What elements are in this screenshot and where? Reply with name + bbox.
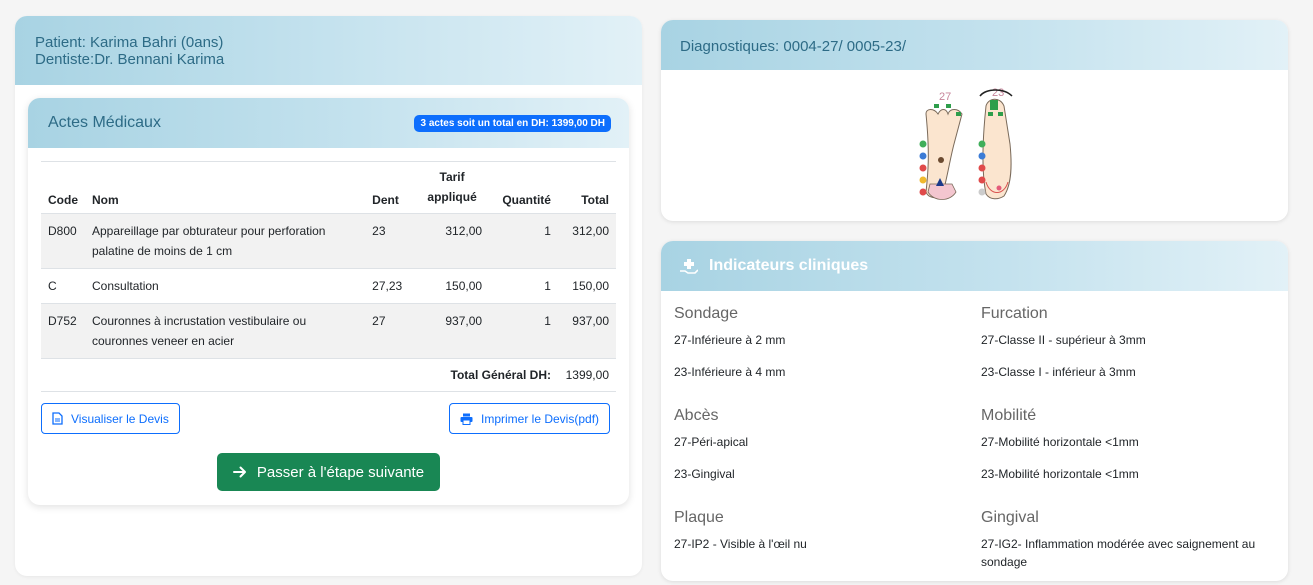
- patient-header: Patient: Karima Bahri (0ans) Dentiste:Dr…: [15, 16, 642, 85]
- section-item: 23-Inférieure à 4 mm: [674, 365, 786, 379]
- cell-dent: 27: [365, 303, 416, 359]
- tooth-23-label: 23: [992, 87, 1004, 99]
- indicateurs-header: Indicateurs cliniques: [661, 241, 1288, 291]
- cell-quantite: 1: [489, 268, 558, 304]
- section-furcation: Furcation 27-Classe II - supérieur à 3mm…: [981, 305, 1281, 395]
- cell-tarif: 150,00: [415, 268, 490, 304]
- section-plaque: Plaque 27-IP2 - Visible à l'œil nu: [674, 509, 974, 567]
- section-title: Plaque: [674, 509, 724, 526]
- cell-nom: Appareillage par obturateur pour perfora…: [85, 213, 366, 269]
- file-icon: [52, 412, 63, 425]
- cell-code: D752: [41, 303, 85, 359]
- table-row: D800 Appareillage par obturateur pour pe…: [41, 213, 616, 269]
- section-title: Furcation: [981, 305, 1048, 322]
- patient-name: Patient: Karima Bahri (0ans): [35, 34, 224, 51]
- visualiser-devis-button[interactable]: Visualiser le Devis: [41, 403, 180, 434]
- section-abces: Abcès 27-Péri-apical 23-Gingival: [674, 407, 974, 497]
- cell-total: 150,00: [557, 268, 616, 304]
- actes-table: Code Nom Dent Tarif appliqué Quantité To…: [41, 161, 616, 392]
- table-row: D752 Couronnes à incrustation vestibulai…: [41, 303, 616, 359]
- arrow-right-icon: [232, 466, 246, 478]
- actes-title: Actes Médicaux: [48, 114, 161, 131]
- actes-card: Actes Médicaux 3 actes soit un total en …: [28, 98, 629, 505]
- section-item: 27-IG2- Inflammation modérée avec saigne…: [981, 537, 1256, 569]
- section-title: Mobilité: [981, 407, 1037, 424]
- indicateurs-title: Indicateurs cliniques: [709, 257, 869, 274]
- section-item: 27-Classe II - supérieur à 3mm: [981, 333, 1146, 347]
- printer-icon: [460, 413, 473, 425]
- section-item: 23-Gingival: [674, 467, 735, 481]
- table-row: C Consultation 27,23 150,00 1 150,00: [41, 268, 616, 304]
- indicateurs-card: Indicateurs cliniques Sondage 27-Inférie…: [661, 241, 1288, 581]
- cell-code: C: [41, 268, 85, 304]
- section-item: 27-Inférieure à 2 mm: [674, 333, 786, 347]
- col-dent: Dent: [365, 161, 416, 214]
- section-item: 23-Mobilité horizontale <1mm: [981, 467, 1139, 481]
- col-total: Total: [557, 161, 616, 214]
- next-step-button[interactable]: Passer à l'étape suivante: [217, 453, 440, 491]
- next-step-label: Passer à l'étape suivante: [256, 463, 425, 481]
- section-item: 27-Péri-apical: [674, 435, 749, 449]
- actes-total-badge: 3 actes soit un total en DH: 1399,00 DH: [414, 114, 611, 132]
- diagnostiques-card: Diagnostiques: 0004-27/ 0005-23/ 27 23: [661, 20, 1288, 221]
- cell-total: 937,00: [557, 303, 616, 359]
- col-nom: Nom: [85, 161, 366, 214]
- section-title: Abcès: [674, 407, 719, 424]
- cell-nom: Couronnes à incrustation vestibulaire ou…: [85, 303, 366, 359]
- total-label: Total Général DH:: [41, 358, 558, 392]
- cell-tarif: 937,00: [415, 303, 490, 359]
- section-sondage: Sondage 27-Inférieure à 2 mm 23-Inférieu…: [674, 305, 974, 395]
- tooth-27-label: 27: [939, 91, 951, 103]
- cell-quantite: 1: [489, 303, 558, 359]
- cell-dent: 23: [365, 213, 416, 269]
- visualiser-devis-label: Visualiser le Devis: [71, 411, 169, 426]
- imprimer-devis-button[interactable]: Imprimer le Devis(pdf): [449, 403, 611, 434]
- col-code: Code: [41, 161, 85, 214]
- cell-quantite: 1: [489, 213, 558, 269]
- section-mobilite: Mobilité 27-Mobilité horizontale <1mm 23…: [981, 407, 1281, 497]
- cell-code: D800: [41, 213, 85, 269]
- teeth-chart: 27 23: [919, 87, 1013, 200]
- section-item: 27-IP2 - Visible à l'œil nu: [674, 537, 807, 551]
- imprimer-devis-label: Imprimer le Devis(pdf): [481, 411, 600, 426]
- col-quantite: Quantité: [489, 161, 558, 214]
- cell-nom: Consultation: [85, 268, 366, 304]
- section-title: Sondage: [674, 305, 739, 322]
- left-panel: Patient: Karima Bahri (0ans) Dentiste:Dr…: [15, 16, 642, 576]
- diagnostiques-title: Diagnostiques: 0004-27/ 0005-23/: [661, 20, 1288, 70]
- hand-holding-medical-icon: [680, 259, 698, 274]
- section-item: 23-Classe I - inférieur à 3mm: [981, 365, 1136, 379]
- dentist-name: Dentiste:Dr. Bennani Karima: [35, 51, 225, 68]
- section-title: Gingival: [981, 509, 1039, 526]
- total-row: Total Général DH: 1399,00: [41, 358, 616, 392]
- cell-tarif: 312,00: [415, 213, 490, 269]
- section-gingival: Gingival 27-IG2- Inflammation modérée av…: [981, 509, 1281, 585]
- cell-total: 312,00: [557, 213, 616, 269]
- section-item: 27-Mobilité horizontale <1mm: [981, 435, 1139, 449]
- cell-dent: 27,23: [365, 268, 416, 304]
- total-value: 1399,00: [557, 358, 616, 392]
- col-tarif-label: Tarif appliqué: [427, 170, 477, 204]
- table-header-row: Code Nom Dent Tarif appliqué Quantité To…: [41, 161, 616, 214]
- col-tarif: Tarif appliqué: [415, 161, 490, 214]
- actes-header: Actes Médicaux 3 actes soit un total en …: [28, 98, 629, 148]
